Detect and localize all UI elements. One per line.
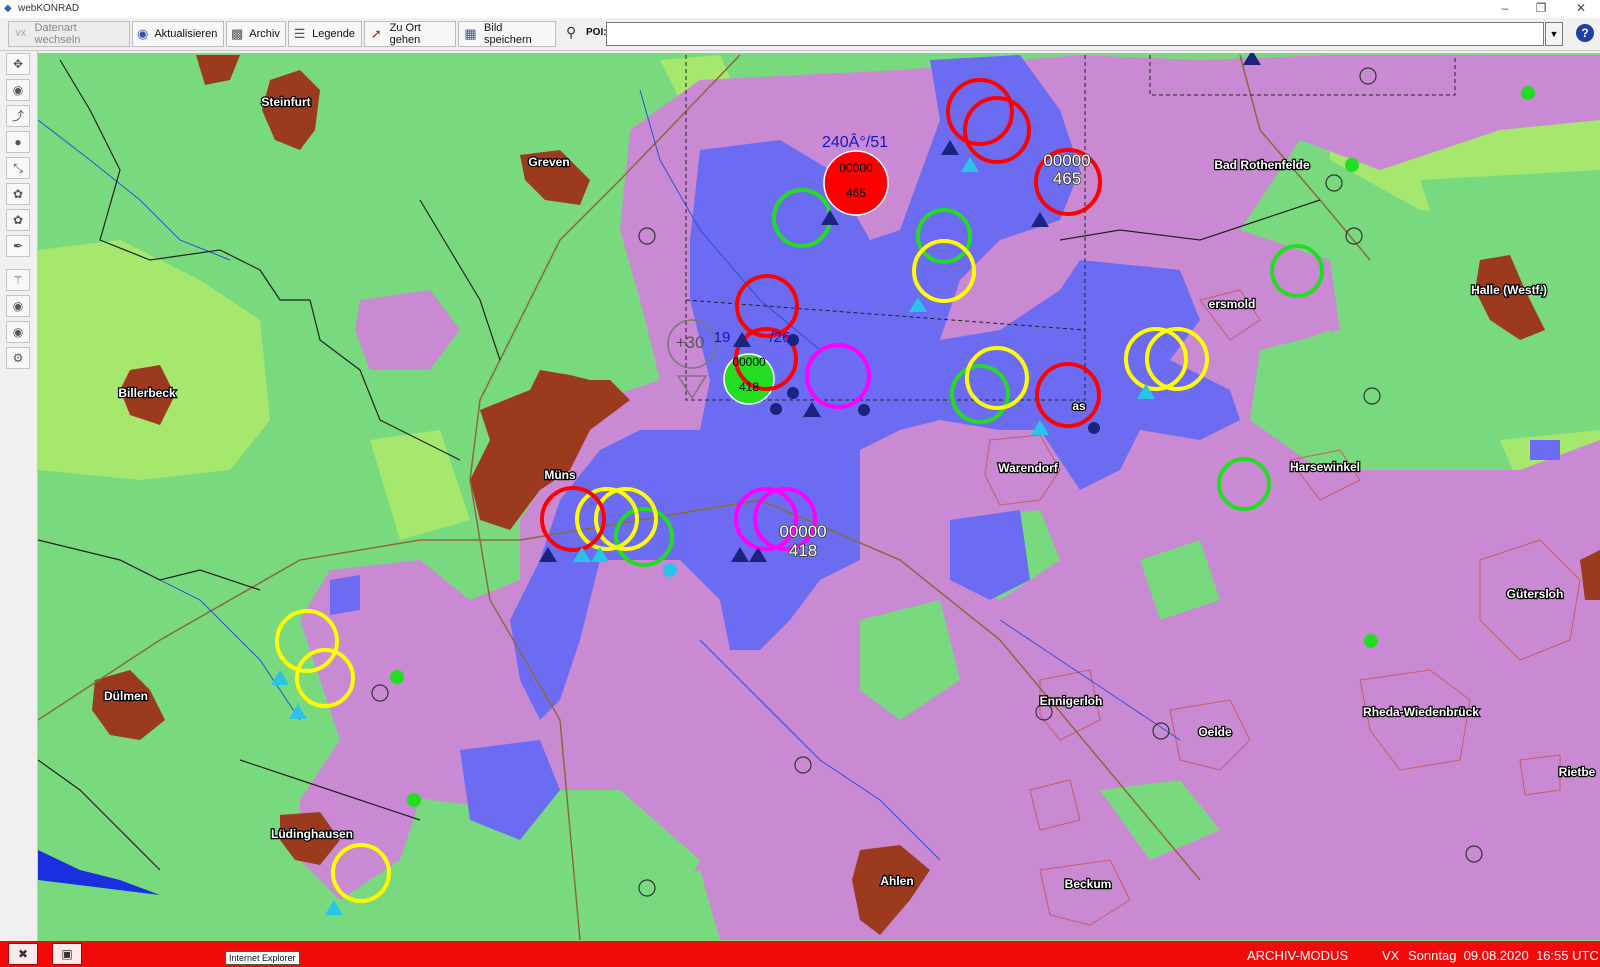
place-label-1: Greven — [528, 155, 569, 169]
brush-icon[interactable]: ✒ — [6, 235, 30, 257]
archive-icon: ▩ — [231, 26, 244, 41]
pan-tool-icon[interactable]: ✥ — [6, 53, 30, 75]
legende-button[interactable]: ☰ Legende — [288, 21, 362, 47]
poi-input[interactable] — [606, 22, 1544, 46]
place-label-7: Harsewinkel — [1290, 460, 1360, 474]
place-label-11: Gütersloh — [1507, 587, 1564, 601]
legende-label: Legende — [312, 28, 355, 40]
place-label-5: Müns — [544, 468, 576, 482]
map-tools-sidebar: ✥ ◉ ⤴ ● ⤡ ✿ ✿ ✒ ⚚ ◉ ◉ ⚙ — [0, 51, 38, 941]
place-label-14: Rheda-Wiedenbrück — [1363, 705, 1479, 719]
dot-marker-3 — [1088, 422, 1100, 434]
archiv-button[interactable]: ▩ Archiv — [226, 21, 286, 47]
cell-select-icon[interactable]: ◉ — [6, 79, 30, 101]
search-icon: ⚲ — [566, 24, 577, 40]
mode-indicator: ARCHIV-MODUS — [1247, 948, 1349, 963]
legend-icon: ☰ — [293, 26, 306, 41]
minimize-icon[interactable]: – — [1490, 1, 1520, 15]
cell-label-19: 19 — [714, 329, 731, 346]
zu-ort-gehen-button[interactable]: ➚ Zu Ort gehen — [364, 21, 456, 47]
place-label-9: ersmold — [1209, 297, 1256, 311]
place-label-18: as — [1072, 399, 1086, 413]
cell-label-465b: 465 — [846, 186, 866, 200]
dot-marker-1 — [787, 387, 799, 399]
refresh-icon: ◉ — [137, 26, 149, 41]
save-image-icon: ▦ — [464, 26, 477, 41]
node-tool-icon[interactable]: ● — [6, 131, 30, 153]
triangle-marker-16 — [325, 900, 343, 915]
track-tool-icon[interactable]: ⤴ — [6, 105, 30, 127]
water-area — [38, 850, 160, 895]
cell-label-30: +30 — [676, 333, 705, 352]
small-cell-0 — [1521, 86, 1535, 100]
place-label-16: Ahlen — [880, 874, 913, 888]
save-icon[interactable]: ▣ — [52, 943, 82, 965]
small-cell-1 — [1345, 158, 1359, 172]
place-label-15: Rietbe — [1559, 765, 1596, 779]
poi-label: POI: — [586, 27, 607, 38]
cell-label-240: 240Â°/51 — [822, 132, 888, 151]
layer-violet-icon[interactable]: ✿ — [6, 183, 30, 205]
help-icon[interactable]: ? — [1576, 24, 1594, 42]
hollow-cell-0 — [1363, 387, 1381, 405]
place-label-17: Beckum — [1065, 877, 1112, 891]
tooltip: Internet Explorer — [225, 951, 300, 965]
hollow-cell-3 — [1325, 174, 1343, 192]
small-cell-2 — [1364, 634, 1378, 648]
cell-label-418d: 418 — [789, 541, 817, 560]
vx-rx-icon: VX — [15, 29, 27, 38]
datatype-indicator: VX — [1382, 948, 1400, 963]
place-label-13: Oelde — [1198, 725, 1232, 739]
exit-icon[interactable]: ✖ — [8, 943, 38, 965]
datenart-wechseln-button[interactable]: VX Datenart wechseln — [8, 21, 130, 47]
place-label-6: Warendorf — [998, 461, 1059, 475]
bild-speichern-button[interactable]: ▦ Bild speichern — [458, 21, 556, 47]
zu-ort-label: Zu Ort gehen — [389, 22, 421, 46]
datenart-label: Datenart wechseln — [34, 22, 81, 46]
close-icon[interactable]: ✕ — [1566, 1, 1596, 15]
aktualisieren-label: Aktualisieren — [154, 28, 218, 40]
map-canvas[interactable]: Steinfurt Greven Billerbeck Dülmen Lüdinghau… — [38, 53, 1600, 941]
title-bar: ◆ webKONRAD – ❐ ✕ — [0, 0, 1600, 18]
triangle-marker-14 — [271, 670, 289, 685]
line-tool-icon[interactable]: ⤡ — [6, 157, 30, 179]
cell-label-26: /26 — [770, 329, 791, 346]
cell-label-465d: 465 — [1053, 169, 1081, 188]
radar-icon[interactable]: ⚚ — [6, 269, 30, 291]
cell-label-418b: 418 — [739, 380, 759, 394]
pin-icon: ➚ — [370, 26, 382, 41]
layer-blue-icon[interactable]: ✿ — [6, 209, 30, 231]
small-cell-5 — [663, 563, 677, 577]
app-icon: ◆ — [4, 3, 12, 14]
settings-icon[interactable]: ⚙ — [6, 347, 30, 369]
weather-map[interactable]: Steinfurt Greven Billerbeck Dülmen Lüdinghau… — [38, 53, 1600, 941]
place-label-4: Lüdinghausen — [271, 827, 353, 841]
place-label-3: Dülmen — [104, 689, 148, 703]
place-label-12: Ennigerloh — [1040, 694, 1103, 708]
triangle-marker-15 — [289, 704, 307, 719]
globe-red-icon[interactable]: ◉ — [6, 295, 30, 317]
cell-label-465a: 00000 — [839, 161, 873, 175]
dot-marker-0 — [770, 403, 782, 415]
dot-marker-2 — [858, 404, 870, 416]
restore-icon[interactable]: ❐ — [1526, 1, 1556, 15]
bild-speichern-label: Bild speichern — [484, 22, 532, 46]
small-cell-3 — [390, 670, 404, 684]
window-title: webKONRAD — [18, 3, 80, 14]
chevron-down-icon[interactable]: ▼ — [1545, 22, 1563, 46]
place-label-0: Steinfurt — [261, 95, 310, 109]
datetime-display: Sonntag 09.08.2020 16:55 UTC — [1408, 948, 1599, 963]
aktualisieren-button[interactable]: ◉ Aktualisieren — [132, 21, 224, 47]
cell-label-465c: 00000 — [1043, 151, 1090, 170]
place-label-10: Halle (Westf.) — [1471, 283, 1547, 297]
cell-label-418a: 00000 — [732, 355, 766, 369]
place-label-8: Bad Rothenfelde — [1214, 158, 1310, 172]
archiv-label: Archiv — [249, 28, 280, 40]
globe-grey-icon[interactable]: ◉ — [6, 321, 30, 343]
place-label-2: Billerbeck — [118, 386, 176, 400]
small-cell-4 — [407, 793, 421, 807]
cell-label-418c: 00000 — [779, 522, 826, 541]
